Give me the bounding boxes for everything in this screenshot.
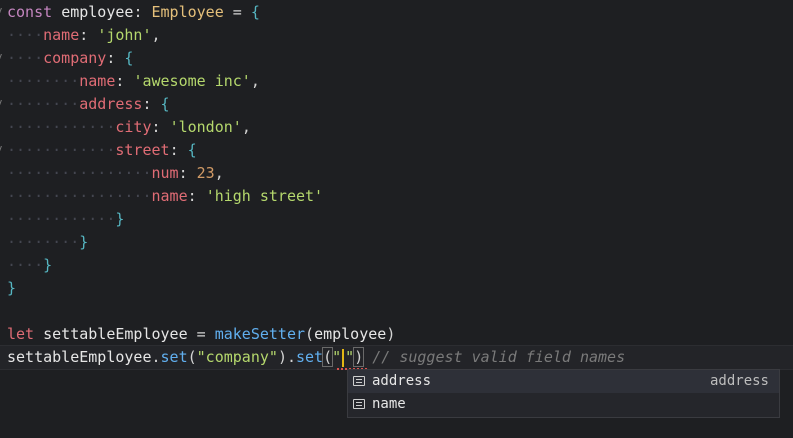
method-name: set xyxy=(160,348,188,366)
code-line-13[interactable]: } xyxy=(0,277,793,300)
suggest-detail: address xyxy=(709,373,769,389)
indent-guide: ················ xyxy=(7,187,152,205)
code-line-10[interactable]: ············} xyxy=(0,208,793,231)
code-line-5[interactable]: ········address: { xyxy=(0,93,793,116)
fold-icon[interactable] xyxy=(0,146,5,151)
indent-guide: ···· xyxy=(7,49,44,67)
string-value: 'awesome inc' xyxy=(133,72,251,90)
number-value: 23 xyxy=(196,164,215,182)
indent-guide: ···· xyxy=(7,26,44,44)
field-icon xyxy=(353,376,365,386)
code-line-3[interactable]: ····company: { xyxy=(0,47,793,70)
code-line-12[interactable]: ····} xyxy=(0,254,793,277)
suggest-item-name[interactable]: name xyxy=(348,393,779,416)
suggest-item-address[interactable]: address address xyxy=(348,370,779,393)
code-line-7[interactable]: ············street: { xyxy=(0,139,793,162)
indent-guide: ········ xyxy=(7,72,80,90)
property-name: num xyxy=(151,164,179,182)
property-name: city xyxy=(115,118,152,136)
string-value: 'john' xyxy=(97,26,152,44)
code-line-16-current[interactable]: settableEmployee.set("company").set(" ") … xyxy=(0,345,793,370)
code-line-8[interactable]: ················num: 23, xyxy=(0,162,793,185)
property-name: street xyxy=(115,141,170,159)
string-value: "company" xyxy=(196,348,278,366)
comment: // suggest valid field names xyxy=(372,348,626,366)
suggest-widget[interactable]: address address name xyxy=(347,369,780,418)
suggest-label: address xyxy=(372,373,432,389)
string-quote: " xyxy=(332,348,342,366)
method-name: set xyxy=(296,348,324,366)
property-name: name xyxy=(79,72,116,90)
indent-guide: ············ xyxy=(7,210,116,228)
string-value: 'high street' xyxy=(205,187,324,205)
fold-icon[interactable] xyxy=(0,100,5,105)
indent-guide: ········ xyxy=(7,95,80,113)
variable-name: employee xyxy=(61,3,134,21)
string-quote: " xyxy=(345,348,355,366)
property-name: name xyxy=(43,26,80,44)
keyword: let xyxy=(7,325,35,343)
code-editor[interactable]: const employee: Employee = { ····name: '… xyxy=(0,0,793,425)
code-line-15[interactable]: let settableEmployee = makeSetter(employ… xyxy=(0,323,793,346)
argument: employee xyxy=(314,325,387,343)
property-name: address xyxy=(79,95,143,113)
suggest-label: name xyxy=(372,396,406,412)
code-line-1[interactable]: const employee: Employee = { xyxy=(0,1,793,24)
indent-guide: ···· xyxy=(7,256,44,274)
code-line-2[interactable]: ····name: 'john', xyxy=(0,24,793,47)
variable-name: settableEmployee xyxy=(43,325,188,343)
indent-guide: ················ xyxy=(7,164,152,182)
fold-icon[interactable] xyxy=(0,54,5,59)
property-name: name xyxy=(151,187,188,205)
property-name: company xyxy=(43,49,107,67)
field-icon xyxy=(353,399,365,409)
indent-guide: ············ xyxy=(7,118,116,136)
indent-guide: ········ xyxy=(7,233,80,251)
code-line-4[interactable]: ········name: 'awesome inc', xyxy=(0,70,793,93)
text-cursor xyxy=(342,348,345,367)
fold-icon[interactable] xyxy=(0,8,5,13)
code-line-14[interactable] xyxy=(0,300,793,323)
keyword: const xyxy=(7,3,53,21)
code-line-6[interactable]: ············city: 'london', xyxy=(0,116,793,139)
indent-guide: ············ xyxy=(7,141,116,159)
string-value: 'london' xyxy=(169,118,242,136)
code-line-9[interactable]: ················name: 'high street' xyxy=(0,185,793,208)
type-name: Employee xyxy=(151,3,224,21)
object-name: settableEmployee xyxy=(7,348,152,366)
function-name: makeSetter xyxy=(214,325,306,343)
code-line-11[interactable]: ········} xyxy=(0,231,793,254)
